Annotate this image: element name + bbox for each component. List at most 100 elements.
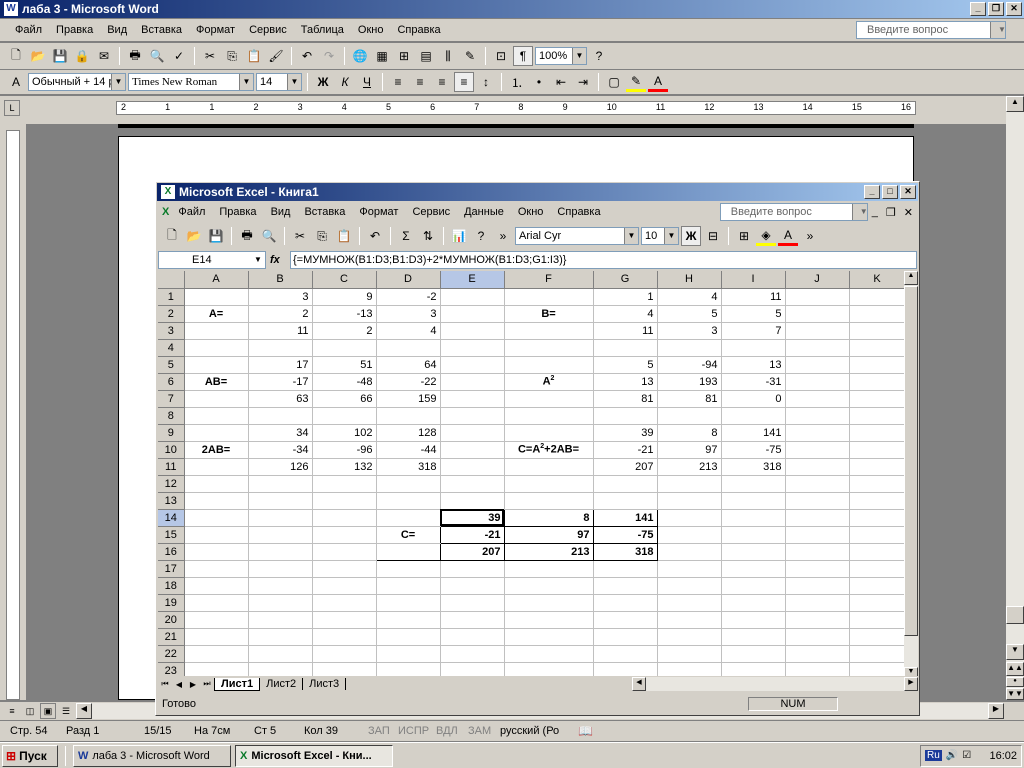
cell[interactable] [657,526,722,544]
word-ask-input[interactable]: Введите вопрос ▼ [856,21,1006,39]
excel-menu-insert[interactable]: Вставка [297,206,352,218]
document-map-icon[interactable]: ⊡ [491,46,511,66]
row-header[interactable]: 1 [158,288,185,306]
cell[interactable]: 63 [248,390,313,408]
cell[interactable]: -21 [440,526,505,544]
cell[interactable] [849,390,904,408]
menu-view[interactable]: Вид [100,24,134,36]
label-cell[interactable] [184,594,249,612]
tab-selector[interactable]: L [4,100,20,116]
cell[interactable] [593,407,658,425]
cell[interactable]: 128 [376,424,441,442]
cell[interactable]: C=A2+2AB= [504,441,594,459]
format-painter-icon[interactable]: 🖌 [266,46,286,66]
cell[interactable] [849,526,904,544]
cell[interactable] [312,594,377,612]
cell[interactable] [849,288,904,306]
cell[interactable]: -17 [248,373,313,391]
cell[interactable] [721,577,786,595]
col-header[interactable]: G [593,271,658,289]
cell[interactable] [849,509,904,527]
web-view-icon[interactable]: ◫ [22,703,38,719]
decrease-indent-icon[interactable]: ⇤ [551,72,571,92]
cell[interactable] [440,560,505,578]
col-header[interactable]: I [721,271,786,289]
bold-button[interactable]: Ж [313,72,333,92]
underline-button[interactable]: Ч [357,72,377,92]
cell[interactable] [657,475,722,493]
cell[interactable] [785,509,850,527]
insert-excel-icon[interactable]: ▤ [416,46,436,66]
active-cell[interactable]: 39 [440,509,505,527]
cell[interactable] [593,628,658,646]
col-header[interactable]: J [785,271,850,289]
excel-undo-icon[interactable]: ↶ [365,226,385,246]
excel-copy-icon[interactable]: ⎘ [312,226,332,246]
cell[interactable] [593,560,658,578]
menu-tools[interactable]: Сервис [242,24,294,36]
cell[interactable]: 34 [248,424,313,442]
borders-icon[interactable]: ▢ [604,72,624,92]
font-select[interactable]: Times New Roman ▼ [128,73,254,91]
style-select[interactable]: Обычный + 14 р ▼ [28,73,126,91]
save-icon[interactable]: 💾 [50,46,70,66]
cell[interactable] [248,475,313,493]
cell[interactable]: -44 [376,441,441,459]
numbering-icon[interactable]: ⒈ [507,72,527,92]
font-color-icon[interactable]: A [648,72,668,92]
styles-icon[interactable]: A [6,72,26,92]
cell[interactable] [248,577,313,595]
excel-print-icon[interactable]: 🖶 [237,226,257,246]
last-sheet-button[interactable]: ⏭ [200,679,214,689]
cell[interactable] [248,645,313,663]
label-cell[interactable] [184,322,249,340]
cell[interactable]: 51 [312,356,377,374]
cell[interactable]: 102 [312,424,377,442]
cell[interactable] [785,475,850,493]
cell[interactable] [785,594,850,612]
cell[interactable] [312,577,377,595]
cell[interactable]: 0 [721,390,786,408]
row-header[interactable]: 19 [158,594,185,612]
cell[interactable] [849,594,904,612]
sheet-tab[interactable]: Лист3 [303,678,347,690]
cell[interactable] [440,305,505,323]
menu-window[interactable]: Окно [351,24,391,36]
cell[interactable] [376,628,441,646]
col-header[interactable]: D [376,271,441,289]
outline-view-icon[interactable]: ☰ [58,703,74,719]
cell[interactable] [785,611,850,629]
cell[interactable] [376,594,441,612]
label-cell[interactable] [184,611,249,629]
cell[interactable] [785,356,850,374]
status-trk[interactable]: ИСПР [398,725,436,737]
cell[interactable] [849,628,904,646]
cell[interactable] [657,628,722,646]
taskbar-word-button[interactable]: Wлаба 3 - Microsoft Word [73,744,231,767]
cell[interactable] [657,339,722,357]
cell[interactable] [721,339,786,357]
cell[interactable] [785,441,850,459]
cell[interactable]: -22 [376,373,441,391]
fill-color-icon[interactable]: ◈ [756,226,776,246]
cell[interactable]: 8 [504,509,594,527]
sheet-tab-active[interactable]: Лист1 [214,677,261,691]
row-header[interactable]: 21 [158,628,185,646]
highlight-icon[interactable]: ✎ [626,72,646,92]
cell[interactable] [248,509,313,527]
cell[interactable] [312,339,377,357]
cell[interactable] [376,492,441,510]
label-cell[interactable] [184,492,249,510]
cell[interactable] [504,288,594,306]
cell[interactable]: 97 [504,526,594,544]
cell[interactable] [440,645,505,663]
status-ovr[interactable]: ЗАМ [468,725,500,737]
row-header[interactable]: 17 [158,560,185,578]
cell[interactable] [849,577,904,595]
cell[interactable]: 39 [593,424,658,442]
cell[interactable] [849,492,904,510]
new-document-icon[interactable]: 🗋 [6,46,26,66]
cell[interactable] [849,475,904,493]
cell[interactable] [657,492,722,510]
cell[interactable]: 5 [721,305,786,323]
